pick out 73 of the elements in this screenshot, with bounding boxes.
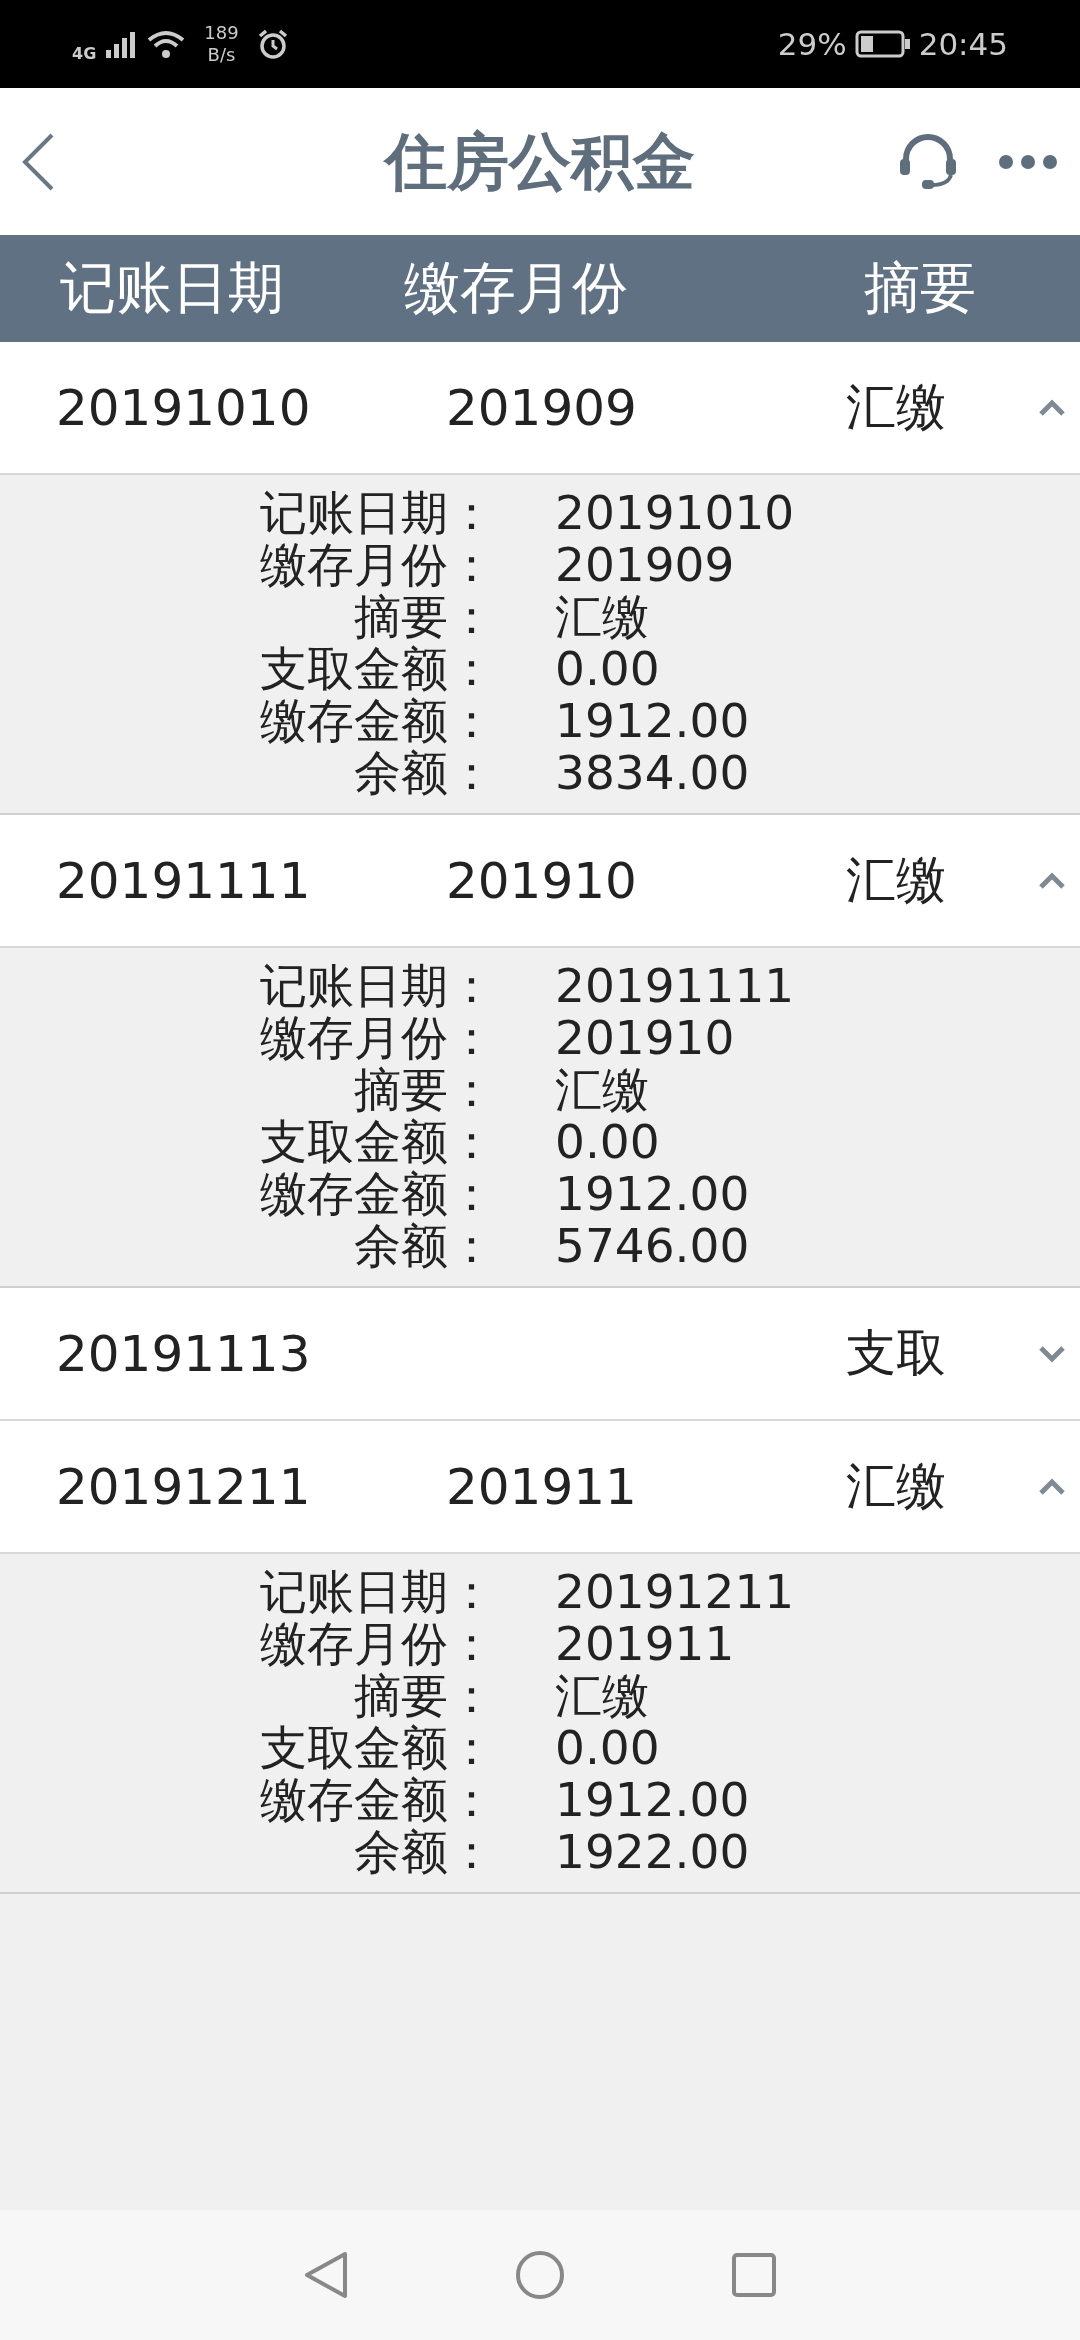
detail-value: 20191010 [555, 487, 795, 539]
record-row[interactable]: 20191211 201911 汇缴 [0, 1421, 1080, 1554]
date-cell-text: 20191111 [56, 851, 312, 910]
detail-value: 1912.00 [555, 695, 750, 747]
recents-nav-icon[interactable] [731, 2252, 777, 2298]
more-icon[interactable] [998, 153, 1058, 170]
speed-unit: B/s [207, 44, 236, 66]
record-row[interactable]: 20191111 201910 汇缴 [0, 815, 1080, 948]
detail-label: 支取金额： [259, 1116, 495, 1168]
detail-label: 记账日期： [259, 960, 495, 1012]
headset-icon[interactable] [898, 132, 958, 191]
detail-value: 201911 [555, 1618, 735, 1670]
chevron-icon[interactable] [1038, 871, 1066, 890]
detail-label: 缴存月份： [259, 1012, 495, 1064]
home-nav-icon[interactable] [515, 2250, 565, 2300]
speed-value: 189 [204, 22, 239, 44]
chevron-icon[interactable] [1038, 398, 1066, 417]
chevron-icon[interactable] [1038, 1477, 1066, 1496]
column-header: 缴存月份 [404, 253, 628, 322]
detail-label: 缴存金额： [259, 1774, 495, 1826]
detail-label: 记账日期： [259, 1566, 495, 1618]
detail-value: 汇缴 [555, 1064, 649, 1116]
detail-value: 1912.00 [555, 1774, 750, 1826]
detail-label: 缴存月份： [259, 539, 495, 591]
detail-value: 汇缴 [555, 1670, 649, 1722]
page-title: 住房公积金 [385, 123, 695, 200]
detail-label: 摘要： [353, 1670, 495, 1722]
column-header: 摘要 [864, 253, 976, 322]
detail-value: 0.00 [555, 643, 660, 695]
detail-value: 20191211 [555, 1566, 795, 1618]
wifi-icon [146, 29, 187, 59]
detail-value: 1912.00 [555, 1168, 750, 1220]
summary-cell-text: 支取 [846, 1323, 947, 1384]
date-cell-text: 20191211 [56, 1457, 312, 1516]
date-cell-text: 20191010 [56, 378, 312, 437]
summary-cell-text: 汇缴 [846, 850, 947, 911]
summary-cell-text: 汇缴 [846, 377, 947, 438]
detail-label: 余额： [353, 1220, 495, 1272]
detail-label: 缴存月份： [259, 1618, 495, 1670]
record-row[interactable]: 20191010 201909 汇缴 [0, 342, 1080, 475]
detail-value: 201910 [555, 1012, 735, 1064]
battery-icon [854, 30, 911, 58]
record-row[interactable]: 20191113 支取 [0, 1288, 1080, 1421]
detail-label: 记账日期： [259, 487, 495, 539]
summary-cell-text: 汇缴 [846, 1456, 947, 1517]
detail-label: 余额： [353, 747, 495, 799]
detail-value: 0.00 [555, 1722, 660, 1774]
date-cell-text: 20191113 [56, 1324, 312, 1383]
detail-value: 3834.00 [555, 747, 750, 799]
network-label: 4G [72, 44, 97, 63]
detail-label: 摘要： [353, 1064, 495, 1116]
detail-value: 汇缴 [555, 591, 649, 643]
back-icon[interactable] [20, 131, 56, 192]
column-header: 记账日期 [60, 253, 284, 322]
back-nav-icon[interactable] [303, 2250, 349, 2300]
detail-value: 5746.00 [555, 1220, 750, 1272]
detail-value: 0.00 [555, 1116, 660, 1168]
detail-value: 1922.00 [555, 1826, 750, 1878]
detail-label: 缴存金额： [259, 1168, 495, 1220]
alarm-icon [256, 28, 289, 60]
detail-label: 支取金额： [259, 1722, 495, 1774]
clock-time: 20:45 [918, 26, 1008, 62]
detail-value: 20191111 [555, 960, 795, 1012]
month-cell: 201909 [446, 378, 637, 437]
month-cell: 201911 [446, 1457, 637, 1516]
detail-label: 缴存金额： [259, 695, 495, 747]
chevron-icon[interactable] [1038, 1344, 1066, 1363]
battery-percent: 29% [777, 26, 847, 62]
detail-label: 余额： [353, 1826, 495, 1878]
detail-label: 摘要： [353, 591, 495, 643]
detail-label: 支取金额： [259, 643, 495, 695]
detail-value: 201909 [555, 539, 735, 591]
month-cell: 201910 [446, 851, 637, 910]
